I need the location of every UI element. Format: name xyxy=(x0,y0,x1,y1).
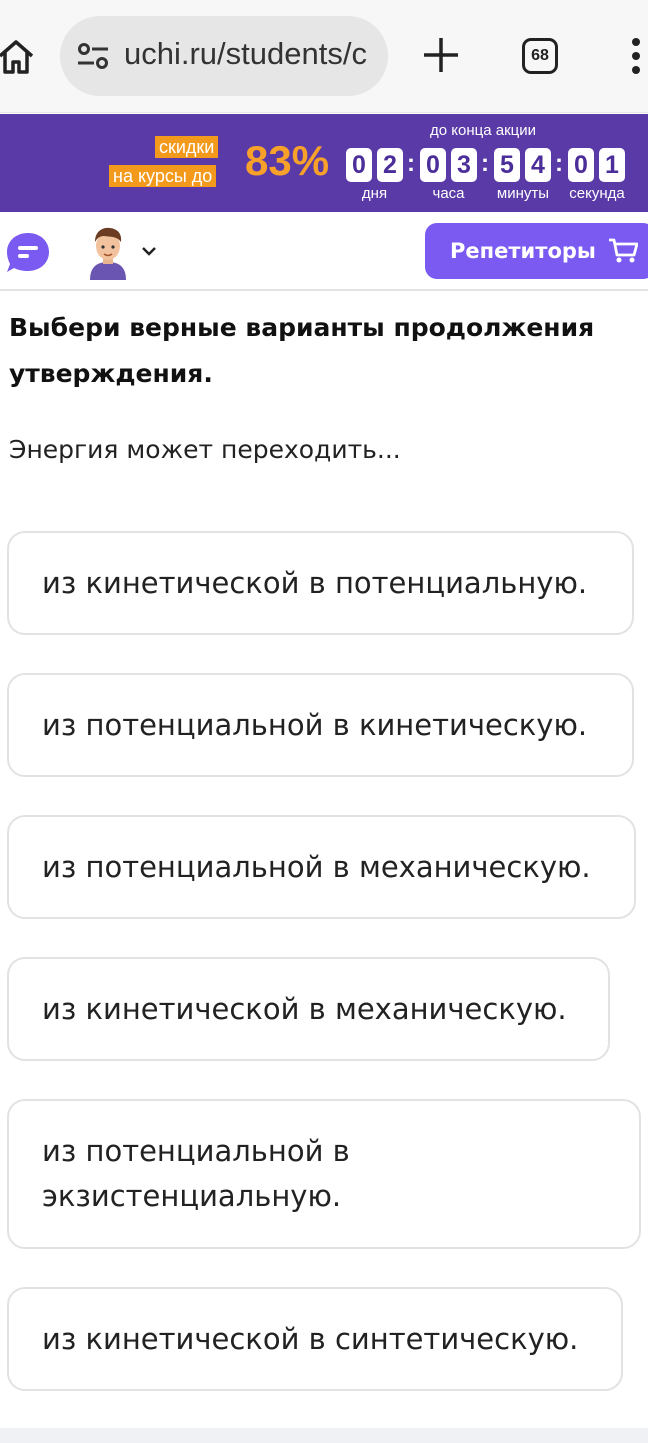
promo-tag-line2: на курсы до xyxy=(109,165,217,187)
app-header: Репетиторы xyxy=(0,212,648,291)
countdown-digit: 0 xyxy=(420,148,446,182)
answer-option[interactable]: из кинетической в синтетическую. xyxy=(7,1287,623,1391)
cart-icon xyxy=(608,238,638,263)
answer-option-label: из потенциальной в экзистенциальную. xyxy=(42,1134,350,1213)
answer-option-label: из кинетической в механическую. xyxy=(42,991,567,1026)
avatar[interactable] xyxy=(84,224,132,280)
more-icon[interactable] xyxy=(626,36,646,76)
question-text: Выбери верные варианты продолжения утвер… xyxy=(9,313,595,388)
countdown-digit: 0 xyxy=(346,148,372,182)
countdown-digit: 3 xyxy=(451,148,477,182)
tabs-icon[interactable]: 68 xyxy=(522,38,558,74)
tab-count: 68 xyxy=(531,47,549,64)
answer-option[interactable]: из кинетической в потенциальную. xyxy=(7,531,634,635)
countdown-separator: : xyxy=(407,150,415,177)
tutors-button[interactable]: Репетиторы xyxy=(425,223,648,279)
answer-option[interactable]: из кинетической в механическую. xyxy=(7,957,610,1061)
promo-countdown-label: до конца акции xyxy=(430,122,536,139)
home-icon[interactable] xyxy=(0,34,38,78)
countdown-unit-hours: часа xyxy=(432,185,465,202)
countdown-digit: 2 xyxy=(377,148,403,182)
answer-option-label: из потенциальной в механическую. xyxy=(42,849,591,884)
answer-option-label: из потенциальной в кинетическую. xyxy=(42,707,588,742)
answer-option[interactable]: из потенциальной в механическую. xyxy=(7,815,636,919)
site-settings-icon[interactable] xyxy=(76,40,110,72)
promo-banner[interactable]: скидки на курсы до 83% до конца акции 0 … xyxy=(0,114,648,212)
page-bottom-strip xyxy=(0,1428,648,1443)
statement-text: Энергия может переходить... xyxy=(9,435,401,464)
countdown-unit-seconds: секунда xyxy=(569,185,625,202)
answer-option-label: из кинетической в синтетическую. xyxy=(42,1321,579,1356)
countdown-unit-minutes: минуты xyxy=(496,185,550,202)
tutors-button-label: Репетиторы xyxy=(450,239,596,263)
countdown-digit: 1 xyxy=(599,148,625,182)
promo-percent: 83% xyxy=(245,137,330,184)
answer-option[interactable]: из потенциальной в кинетическую. xyxy=(7,673,634,777)
url-text[interactable]: uchi.ru/students/c xyxy=(124,36,374,72)
countdown-unit-days: дня xyxy=(361,185,388,202)
chat-icon[interactable] xyxy=(4,230,52,276)
answer-option[interactable]: из потенциальной в экзистенциальную. xyxy=(7,1099,641,1249)
promo-tag-line1: скидки xyxy=(155,136,219,158)
countdown-separator: : xyxy=(481,150,489,177)
answer-option-label: из кинетической в потенциальную. xyxy=(42,565,588,600)
countdown-separator: : xyxy=(555,150,563,177)
countdown-digit: 5 xyxy=(494,148,520,182)
browser-toolbar: uchi.ru/students/c 68 xyxy=(0,0,648,113)
chevron-down-icon[interactable] xyxy=(140,245,158,257)
new-tab-icon[interactable] xyxy=(418,32,464,78)
countdown-digit: 0 xyxy=(568,148,594,182)
countdown-digit: 4 xyxy=(525,148,551,182)
address-bar[interactable]: uchi.ru/students/c xyxy=(60,16,388,96)
